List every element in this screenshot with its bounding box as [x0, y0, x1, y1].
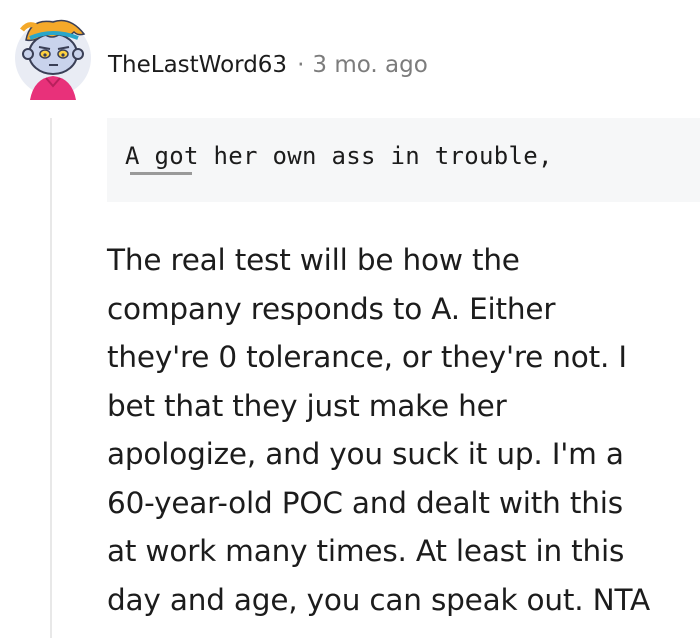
quoted-code-text: A got her own ass in trouble, [125, 142, 553, 170]
comment-body-line: The real test will be how the [107, 243, 520, 277]
quoted-code-block: A got her own ass in trouble, [107, 118, 700, 202]
comment-body-line: they're 0 tolerance, or they're not. I [107, 340, 627, 374]
comment-body-line: apologize, and you suck it up. I'm a [107, 437, 624, 471]
text-underline-mark [130, 172, 192, 175]
comment-body-line: bet that they just make her [107, 388, 507, 423]
comment-body-line: day and age, you can speak out. NTA [107, 582, 650, 617]
comment-timestamp[interactable]: 3 mo. ago [312, 52, 427, 78]
thread-collapse-line[interactable] [50, 118, 52, 638]
comment-meta: TheLastWord63 · 3 mo. ago [108, 52, 428, 78]
author-username[interactable]: TheLastWord63 [108, 52, 287, 78]
comment-body: The real test will be how the company re… [107, 236, 697, 624]
comment-header: TheLastWord63 · 3 mo. ago [0, 0, 700, 110]
comment-body-line: at work many times. At least in this [107, 534, 625, 568]
meta-separator: · [297, 52, 305, 78]
user-avatar-icon[interactable] [8, 8, 98, 104]
comment-body-line: 60-year-old POC and dealt with this [107, 485, 623, 520]
comment-body-line: company responds to A. Either [107, 291, 556, 326]
